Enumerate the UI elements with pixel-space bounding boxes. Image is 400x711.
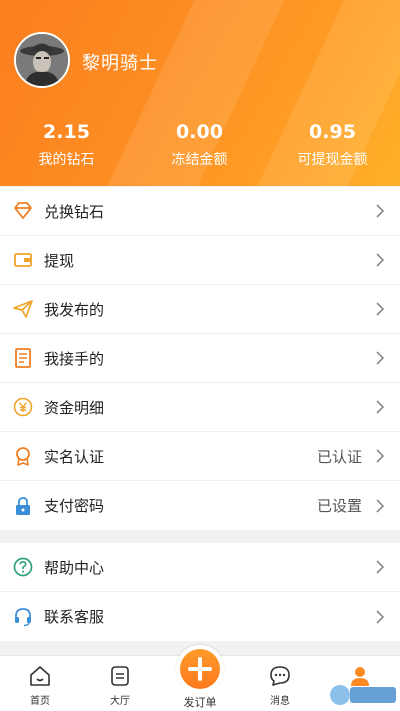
watermark-logo — [324, 675, 400, 711]
menu-item-label: 支付密码 — [44, 497, 105, 515]
menu-group-account: 兑换钻石 提现 我发布的 我接手的 资金明细 实名认证 已认证 支付密码 已设置 — [0, 187, 400, 530]
post-order-fab[interactable] — [176, 645, 224, 693]
verification-status: 已认证 — [316, 447, 362, 466]
tab-label: 首页 — [30, 696, 50, 707]
document-icon — [12, 347, 34, 369]
menu-item-label: 帮助中心 — [44, 558, 105, 577]
menu-item-realname-verification[interactable]: 实名认证 已认证 — [0, 432, 400, 481]
chevron-right-icon — [376, 351, 385, 365]
menu-item-label: 联系客服 — [44, 608, 105, 626]
stat-label: 我的钻石 — [38, 152, 95, 168]
menu-item-payment-password[interactable]: 支付密码 已设置 — [0, 481, 400, 530]
profile-header: 黎明骑士 2.15 我的钻石 0.00 冻结金额 0.95 可提现金额 — [0, 0, 400, 186]
menu-item-exchange-diamonds[interactable]: 兑换钻石 — [0, 187, 400, 236]
chevron-right-icon — [376, 609, 385, 624]
chevron-right-icon — [376, 253, 385, 267]
menu-item-funds-detail[interactable]: 资金明细 — [0, 383, 400, 432]
medal-icon — [12, 445, 34, 467]
chevron-right-icon — [376, 449, 385, 463]
stat-diamonds[interactable]: 2.15 我的钻石 — [0, 120, 133, 169]
lock-icon — [12, 495, 34, 517]
menu-item-published[interactable]: 我发布的 — [0, 285, 400, 334]
chevron-right-icon — [376, 400, 385, 414]
send-icon — [12, 298, 34, 320]
chevron-right-icon — [376, 204, 385, 218]
stat-withdrawable[interactable]: 0.95 可提现金额 — [266, 120, 399, 169]
tab-label: 发订单 — [183, 696, 217, 709]
message-icon — [270, 666, 290, 686]
stat-value: 0.00 — [176, 121, 223, 143]
tab-label: 大厅 — [110, 696, 130, 707]
password-status: 已设置 — [316, 497, 362, 515]
wallet-icon — [12, 249, 34, 271]
menu-item-accepted[interactable]: 我接手的 — [0, 334, 400, 383]
hall-icon — [111, 666, 129, 686]
tab-hall[interactable]: 大厅 — [80, 656, 160, 711]
chevron-right-icon — [376, 498, 385, 513]
tab-label: 消息 — [270, 696, 290, 707]
avatar[interactable] — [14, 32, 70, 88]
fab-circle — [180, 649, 220, 689]
headset-icon — [12, 606, 34, 628]
menu-item-label: 我接手的 — [44, 349, 105, 368]
menu-group-support: 帮助中心 联系客服 — [0, 543, 400, 641]
stat-label: 冻结金额 — [171, 152, 228, 168]
menu-item-label: 实名认证 — [44, 447, 105, 466]
chevron-right-icon — [376, 560, 385, 574]
question-icon — [12, 556, 34, 578]
stat-label: 可提现金额 — [297, 152, 368, 168]
tab-messages[interactable]: 消息 — [240, 656, 320, 711]
diamond-icon — [12, 200, 34, 222]
menu-item-label: 我发布的 — [44, 300, 105, 319]
menu-item-withdraw[interactable]: 提现 — [0, 236, 400, 285]
yen-icon — [12, 396, 34, 418]
tab-home[interactable]: 首页 — [0, 656, 80, 711]
menu-item-label: 资金明细 — [44, 398, 105, 417]
menu-item-customer-service[interactable]: 联系客服 — [0, 592, 400, 641]
stat-frozen[interactable]: 0.00 冻结金额 — [133, 120, 266, 169]
menu-item-label: 提现 — [44, 251, 75, 270]
username: 黎明骑士 — [82, 53, 158, 74]
home-icon — [30, 666, 50, 686]
plus-icon — [188, 657, 212, 681]
chevron-right-icon — [376, 302, 385, 316]
stat-value: 2.15 — [43, 121, 90, 143]
menu-item-label: 兑换钻石 — [44, 202, 105, 221]
menu-item-help-center[interactable]: 帮助中心 — [0, 543, 400, 592]
stat-value: 0.95 — [309, 121, 356, 143]
